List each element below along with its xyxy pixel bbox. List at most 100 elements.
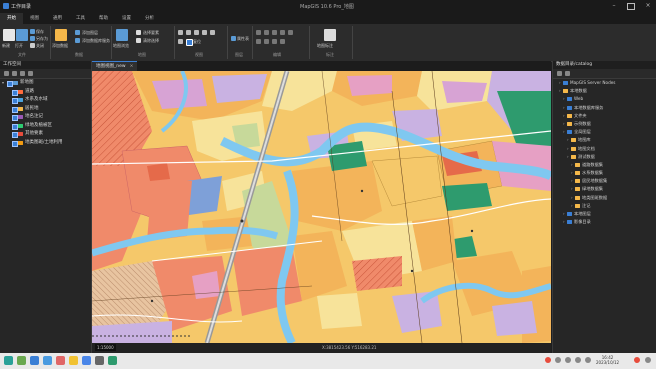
catalog-item[interactable]: › 影像目录 xyxy=(553,218,656,226)
save-as-icon[interactable] xyxy=(30,36,35,41)
taskbar-app-icon[interactable] xyxy=(69,356,78,365)
taskbar-app-icon[interactable] xyxy=(82,356,91,365)
vertex-icon[interactable] xyxy=(264,30,269,35)
select-feature-button[interactable]: 选择要素 xyxy=(143,30,159,36)
catalog-item[interactable]: › 地类图斑数据 xyxy=(553,194,656,202)
layer-item[interactable]: 居民地 xyxy=(0,105,91,114)
expand-arrow-icon[interactable]: › xyxy=(571,169,573,177)
layer-item[interactable]: 水系及水域 xyxy=(0,96,91,105)
checkbox-icon[interactable] xyxy=(186,39,193,46)
layer-up-tool-icon[interactable] xyxy=(20,71,25,76)
taskbar-app-icon[interactable] xyxy=(30,356,39,365)
expand-arrow-icon[interactable]: › xyxy=(563,104,565,112)
layer-item[interactable]: 地名注记 xyxy=(0,113,91,122)
layer-item[interactable]: 道路 xyxy=(0,88,91,97)
expand-arrow-icon[interactable]: › xyxy=(571,177,573,185)
reset-view-button[interactable]: 复位 xyxy=(193,39,201,45)
tab-view[interactable]: 视图 xyxy=(23,13,46,24)
clock[interactable]: 16:42 2023/10/12 xyxy=(596,355,619,365)
catalog-item[interactable]: › MapGIS Server Nodes xyxy=(553,79,656,87)
map-browse-button[interactable]: 地图浏览 xyxy=(113,43,129,49)
redo-icon[interactable] xyxy=(264,39,269,44)
tray-icon[interactable] xyxy=(575,357,581,363)
taskbar-app-icon[interactable] xyxy=(17,356,26,365)
attribute-table-icon[interactable] xyxy=(231,36,236,41)
add-layer-icon[interactable] xyxy=(75,30,80,35)
close-tab-icon[interactable]: × xyxy=(130,64,134,69)
catalog-item[interactable]: › 道路数据集 xyxy=(553,161,656,169)
tab-tools[interactable]: 工具 xyxy=(69,13,92,24)
start-menu-icon[interactable] xyxy=(4,356,13,365)
refresh-catalog-icon[interactable] xyxy=(557,71,562,76)
merge-icon[interactable] xyxy=(280,39,285,44)
delete-icon[interactable] xyxy=(272,39,277,44)
tray-icon[interactable] xyxy=(555,357,561,363)
select-feature-icon[interactable] xyxy=(136,30,141,35)
map-tab[interactable]: 地图视图_new × xyxy=(92,61,138,71)
layer-item[interactable]: 绿地及植被区 xyxy=(0,122,91,131)
layer-down-tool-icon[interactable] xyxy=(28,71,33,76)
add-layer-button[interactable]: 添加图层 xyxy=(82,30,98,36)
expand-arrow-icon[interactable]: › xyxy=(563,128,565,136)
catalog-item[interactable]: › 居民地数据集 xyxy=(553,177,656,185)
prev-extent-icon[interactable] xyxy=(178,39,183,44)
snap-icon[interactable] xyxy=(288,30,293,35)
map-canvas[interactable] xyxy=(92,71,551,343)
minimize-button[interactable]: – xyxy=(609,2,619,10)
catalog-item[interactable]: › 地图库 xyxy=(553,136,656,144)
expand-arrow-icon[interactable]: › xyxy=(563,218,565,226)
zoom-in-icon[interactable] xyxy=(178,30,183,35)
catalog-item[interactable]: › 地图文档 xyxy=(553,145,656,153)
catalog-item[interactable]: › Web xyxy=(553,95,656,103)
map-label-button[interactable]: 地图标注 xyxy=(317,43,333,49)
notification-icon[interactable] xyxy=(634,357,640,363)
save-as-button[interactable]: 另存为 xyxy=(36,36,48,42)
map-scale[interactable]: 1:15000 xyxy=(95,344,116,351)
connect-icon[interactable] xyxy=(565,71,570,76)
expand-arrow-icon[interactable]: › xyxy=(563,95,565,103)
open-button-label[interactable]: 打开 xyxy=(15,43,23,49)
close-doc-icon[interactable] xyxy=(30,43,35,48)
expand-arrow-icon[interactable]: › xyxy=(559,79,561,87)
add-data-icon[interactable] xyxy=(55,29,67,41)
maximize-button[interactable] xyxy=(627,3,635,10)
save-icon[interactable] xyxy=(30,29,35,34)
taskbar-app-icon[interactable] xyxy=(95,356,104,365)
tab-settings[interactable]: 设置 xyxy=(115,13,138,24)
save-button[interactable]: 保存 xyxy=(36,29,44,35)
catalog-item[interactable]: › 文件夹 xyxy=(553,112,656,120)
full-extent-icon[interactable] xyxy=(202,30,207,35)
attribute-table-button[interactable]: 属性表 xyxy=(237,36,249,42)
new-button-label[interactable]: 新建 xyxy=(2,43,10,49)
close-button[interactable]: × xyxy=(643,2,653,10)
taskbar-app-icon[interactable] xyxy=(56,356,65,365)
expand-arrow-icon[interactable]: › xyxy=(567,136,569,144)
show-desktop-icon[interactable] xyxy=(645,357,651,363)
catalog-item[interactable]: › 本地数据 xyxy=(553,87,656,95)
expand-arrow-icon[interactable]: › xyxy=(559,87,561,95)
expand-arrow-icon[interactable]: › xyxy=(563,112,565,120)
catalog-item[interactable]: › 全局图层 xyxy=(553,128,656,136)
edit-tool-icon[interactable] xyxy=(256,30,261,35)
collapse-arrow-icon[interactable]: ▾ xyxy=(2,79,4,88)
add-db-service-icon[interactable] xyxy=(75,38,80,43)
expand-arrow-icon[interactable]: › xyxy=(567,153,569,161)
tab-help[interactable]: 帮助 xyxy=(92,13,115,24)
expand-arrow-icon[interactable]: › xyxy=(571,161,573,169)
add-data-button[interactable]: 添加数据 xyxy=(52,43,68,49)
expand-arrow-icon[interactable]: › xyxy=(571,202,573,210)
expand-arrow-icon[interactable]: › xyxy=(571,194,573,202)
catalog-item[interactable]: › 本地图层 xyxy=(553,210,656,218)
catalog-item[interactable]: › 测试数据 xyxy=(553,153,656,161)
map-tree-node[interactable]: ▾ 新地图 xyxy=(0,79,91,88)
layer-item[interactable]: 其他要素 xyxy=(0,130,91,139)
map-browse-icon[interactable] xyxy=(116,29,128,41)
polygon-tool-icon[interactable] xyxy=(280,30,285,35)
refresh-icon[interactable] xyxy=(210,30,215,35)
expand-arrow-icon[interactable]: › xyxy=(567,145,569,153)
close-doc-button[interactable]: 关闭 xyxy=(36,43,44,49)
expand-arrow-icon[interactable]: › xyxy=(563,120,565,128)
expand-arrow-icon[interactable]: › xyxy=(571,185,573,193)
line-tool-icon[interactable] xyxy=(272,30,277,35)
add-layer-tool-icon[interactable] xyxy=(4,71,9,76)
